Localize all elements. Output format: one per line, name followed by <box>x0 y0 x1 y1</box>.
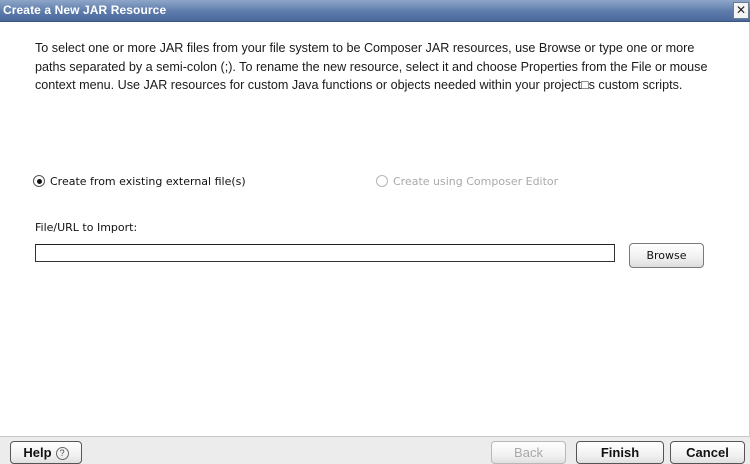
help-circle-icon: ? <box>55 447 69 460</box>
import-path-input[interactable] <box>35 244 615 262</box>
help-button-label: Help <box>23 445 52 460</box>
dialog-content: To select one or more JAR files from you… <box>0 22 750 436</box>
cancel-button[interactable]: Cancel <box>670 441 745 464</box>
option-composer-editor: Create using Composer Editor <box>376 173 558 189</box>
button-bar: Help? Back Finish Cancel <box>0 436 750 464</box>
close-button[interactable]: ✕ <box>733 2 749 19</box>
radio-existing-file[interactable] <box>33 175 45 187</box>
close-icon: ✕ <box>735 3 747 17</box>
instructions-text: To select one or more JAR files from you… <box>35 41 708 92</box>
title-bar: Create a New JAR Resource ✕ <box>0 0 750 22</box>
import-field-label: File/URL to Import: <box>35 221 138 234</box>
option-existing-file[interactable]: Create from existing external file(s) <box>33 173 246 189</box>
finish-button[interactable]: Finish <box>576 441 664 464</box>
help-button[interactable]: Help? <box>10 441 82 464</box>
option-existing-file-label: Create from existing external file(s) <box>50 174 246 188</box>
back-button: Back <box>491 441 566 464</box>
radio-composer-editor <box>376 175 388 187</box>
window-title: Create a New JAR Resource <box>3 3 167 17</box>
browse-button[interactable]: Browse <box>629 243 704 268</box>
option-composer-editor-label: Create using Composer Editor <box>393 174 559 188</box>
